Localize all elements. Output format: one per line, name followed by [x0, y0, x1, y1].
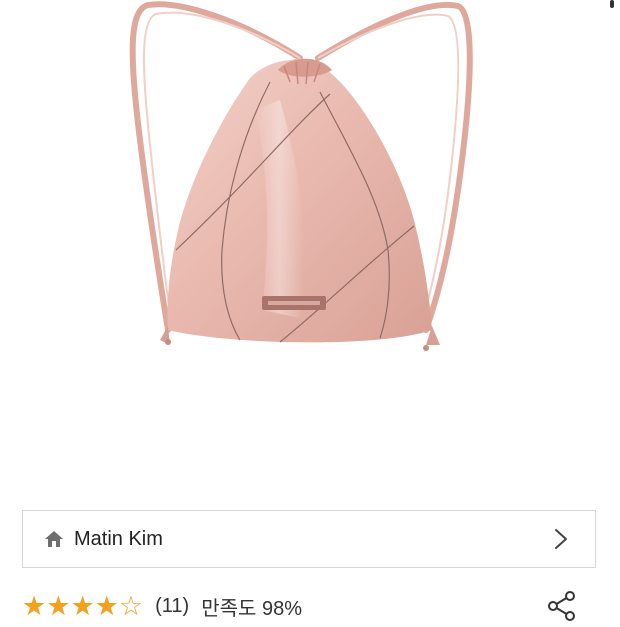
backpack-illustration	[129, 1, 473, 351]
star-filled-icon: ★	[46, 590, 71, 621]
review-count[interactable]: (11)	[155, 595, 189, 618]
star-empty-icon: ☆	[118, 590, 144, 621]
product-image	[0, 0, 620, 500]
satisfaction-rate: 만족도 98%	[201, 597, 302, 620]
star-filled-icon: ★	[70, 590, 95, 621]
share-button[interactable]	[546, 590, 578, 622]
share-icon	[548, 591, 575, 621]
rating-row: ★ ★ ★ ★ ☆ (11) 만족도 98%	[22, 590, 302, 622]
star-filled-icon: ★	[94, 590, 119, 621]
star-filled-icon: ★	[22, 590, 47, 621]
brand-link[interactable]: Matin Kim	[22, 510, 596, 568]
brand-name: Matin Kim	[74, 527, 163, 550]
home-icon	[44, 529, 64, 549]
star-rating: ★ ★ ★ ★ ☆	[22, 590, 144, 621]
chevron-right-icon	[554, 528, 568, 550]
